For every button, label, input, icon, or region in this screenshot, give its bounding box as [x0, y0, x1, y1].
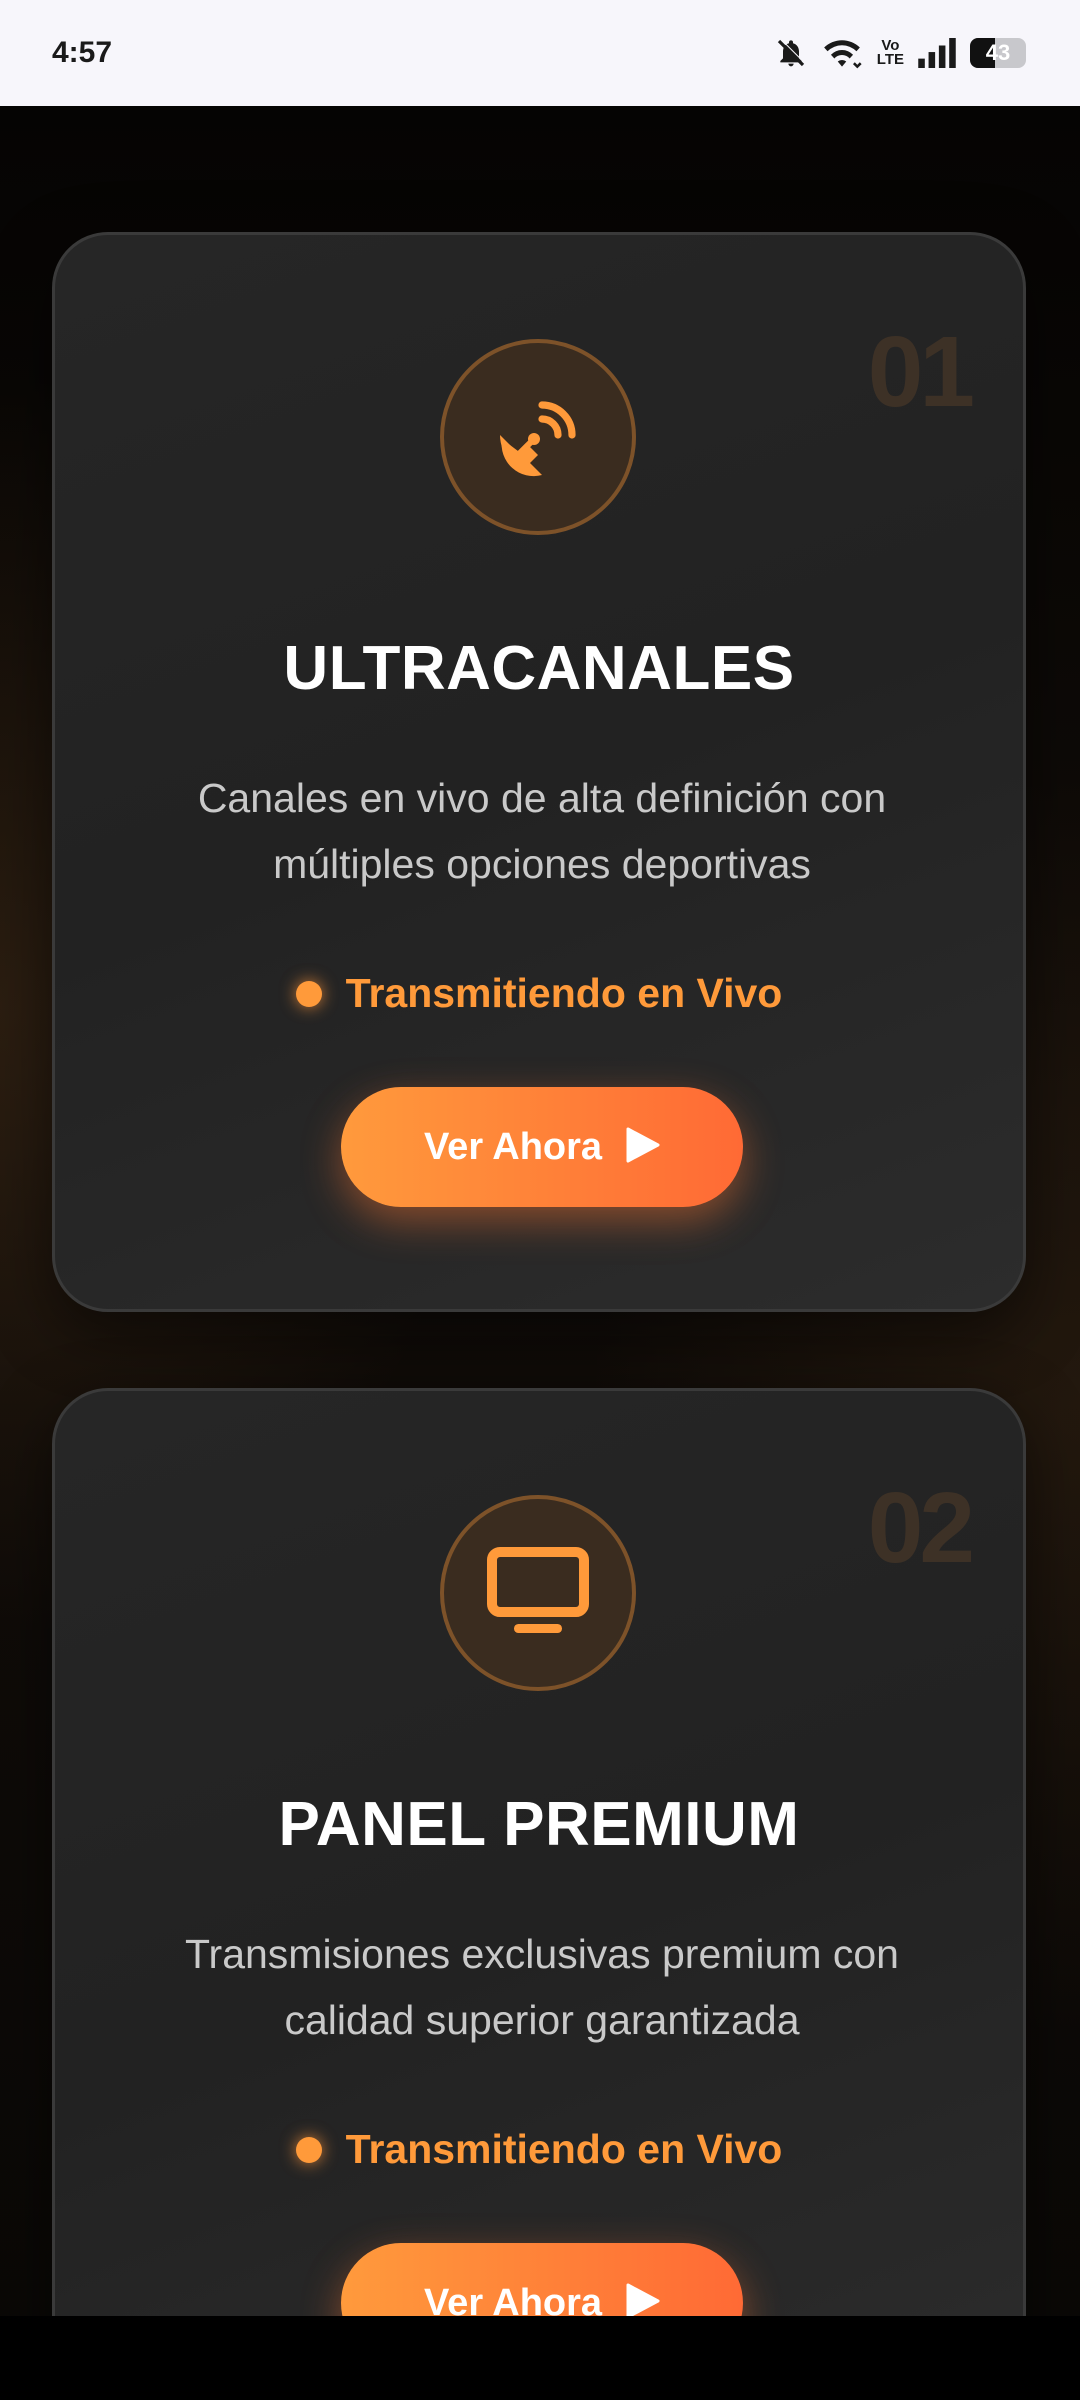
play-icon — [626, 1127, 660, 1168]
bell-muted-icon — [775, 37, 807, 69]
channel-card-ultracanales: 01 ULTRACANALES Canales en vivo de alta … — [52, 232, 1026, 1312]
system-navigation-bar — [0, 2316, 1080, 2400]
status-time: 4:57 — [52, 36, 113, 69]
live-dot-icon — [295, 980, 322, 1007]
channel-card-panel-premium: 02 PANEL PREMIUM Transmisiones exclusiva… — [52, 1388, 1026, 2316]
play-icon — [626, 2283, 660, 2316]
watch-now-label: Ver Ahora — [423, 1125, 603, 1168]
satellite-dish-icon — [490, 387, 586, 488]
wifi-icon — [821, 36, 863, 70]
status-bar: 4:57 Vo LTE 43 — [0, 0, 1080, 106]
battery-icon: 43 — [970, 38, 1026, 68]
live-status-label: Transmitiendo en Vivo — [345, 2126, 783, 2172]
card-title: ULTRACANALES — [283, 634, 795, 703]
live-status: Transmitiendo en Vivo — [55, 2126, 1023, 2173]
watch-now-label: Ver Ahora — [423, 2281, 603, 2317]
main-content[interactable]: 01 ULTRACANALES Canales en vivo de alta … — [0, 106, 1080, 2316]
signal-icon — [918, 38, 956, 68]
card-number: 01 — [867, 316, 975, 428]
card-description: Canales en vivo de alta definición con m… — [197, 775, 887, 887]
volte-icon: Vo LTE — [876, 37, 904, 68]
battery-level: 43 — [985, 40, 1011, 65]
card-number: 02 — [867, 1472, 975, 1584]
watch-now-button[interactable]: Ver Ahora — [341, 2243, 743, 2316]
card-description: Transmisiones exclusivas premium con cal… — [185, 1931, 899, 2043]
live-status: Transmitiendo en Vivo — [55, 970, 1023, 1017]
status-icons: Vo LTE 43 — [775, 36, 1026, 70]
live-dot-icon — [295, 2136, 322, 2163]
tv-icon — [486, 1546, 590, 1641]
card-icon-circle — [440, 339, 636, 535]
live-status-label: Transmitiendo en Vivo — [345, 970, 783, 1016]
card-icon-circle — [440, 1495, 636, 1691]
watch-now-button[interactable]: Ver Ahora — [341, 1087, 743, 1207]
card-title: PANEL PREMIUM — [278, 1790, 800, 1859]
